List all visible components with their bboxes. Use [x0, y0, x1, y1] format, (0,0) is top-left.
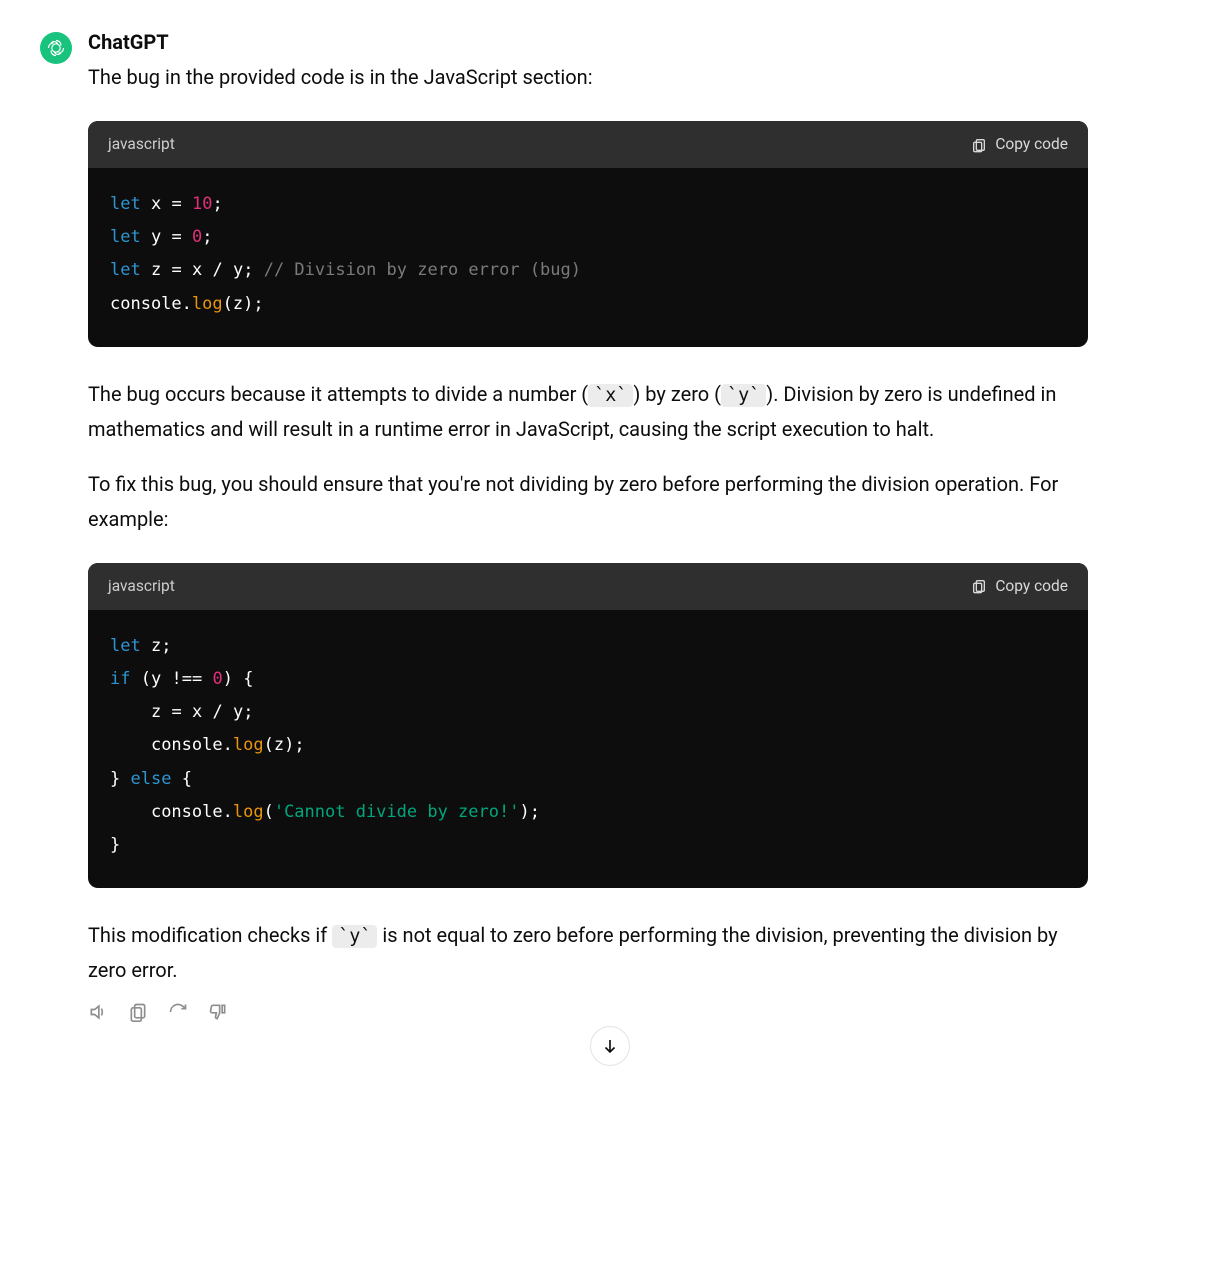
code-block-2: javascript Copy code let z; if (y !== 0)… — [88, 563, 1088, 888]
author-name: ChatGPT — [88, 30, 1088, 54]
code-header: javascript Copy code — [88, 121, 1088, 168]
copy-code-label: Copy code — [995, 131, 1068, 158]
scroll-to-bottom-button[interactable] — [590, 1026, 630, 1066]
clipboard-icon — [128, 1002, 148, 1022]
assistant-avatar — [40, 32, 72, 64]
inline-code-y2: `y` — [332, 925, 377, 948]
code-header: javascript Copy code — [88, 563, 1088, 610]
paragraph-2: To fix this bug, you should ensure that … — [88, 467, 1088, 537]
thumbs-down-icon — [208, 1002, 228, 1022]
intro-text: The bug in the provided code is in the J… — [88, 60, 1088, 95]
message-content: ChatGPT The bug in the provided code is … — [88, 30, 1088, 1022]
refresh-icon — [168, 1002, 188, 1022]
paragraph-1: The bug occurs because it attempts to di… — [88, 377, 1088, 447]
assistant-message: ChatGPT The bug in the provided code is … — [40, 30, 1180, 1022]
copy-code-button[interactable]: Copy code — [971, 131, 1068, 158]
clipboard-icon — [971, 578, 987, 594]
code-language-label: javascript — [108, 573, 175, 600]
copy-code-button[interactable]: Copy code — [971, 573, 1068, 600]
message-actions — [88, 1002, 1088, 1022]
code-body[interactable]: let x = 10; let y = 0; let z = x / y; //… — [88, 168, 1088, 347]
message-body: The bug in the provided code is in the J… — [88, 60, 1088, 988]
inline-code-x: `x` — [588, 384, 633, 407]
arrow-down-icon — [601, 1037, 619, 1055]
code-body[interactable]: let z; if (y !== 0) { z = x / y; console… — [88, 610, 1088, 888]
clipboard-icon — [971, 137, 987, 153]
paragraph-3: This modification checks if `y` is not e… — [88, 918, 1088, 988]
read-aloud-button[interactable] — [88, 1002, 108, 1022]
code-block-1: javascript Copy code let x = 10; let y =… — [88, 121, 1088, 347]
speaker-icon — [88, 1002, 108, 1022]
inline-code-y: `y` — [721, 384, 766, 407]
bad-response-button[interactable] — [208, 1002, 228, 1022]
copy-message-button[interactable] — [128, 1002, 148, 1022]
openai-logo-icon — [46, 38, 66, 58]
regenerate-button[interactable] — [168, 1002, 188, 1022]
copy-code-label: Copy code — [995, 573, 1068, 600]
code-language-label: javascript — [108, 131, 175, 158]
